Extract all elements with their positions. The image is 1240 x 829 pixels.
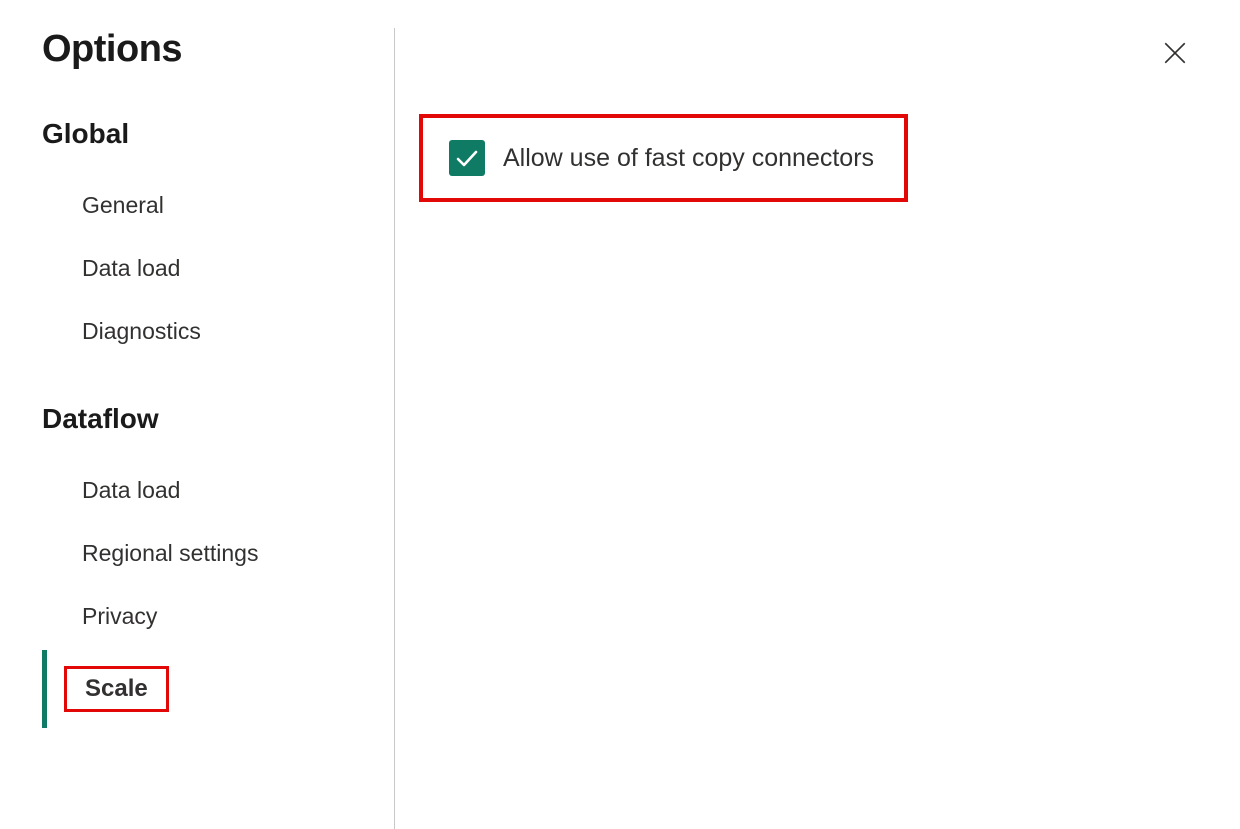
checkmark-icon [455,147,479,169]
fast-copy-option-row: Allow use of fast copy connectors [419,114,908,202]
nav-item-scale-label: Scale [64,666,169,712]
nav-item-regional-settings[interactable]: Regional settings [42,522,394,585]
nav-item-general[interactable]: General [42,174,394,237]
section-heading-global: Global [42,118,394,150]
sidebar: Global General Data load Diagnostics Dat… [0,28,395,829]
fast-copy-checkbox[interactable] [449,140,485,176]
section-heading-dataflow: Dataflow [42,403,394,435]
nav-item-privacy[interactable]: Privacy [42,585,394,648]
fast-copy-label: Allow use of fast copy connectors [503,144,874,173]
nav-item-diagnostics[interactable]: Diagnostics [42,300,394,363]
nav-item-data-load-dataflow[interactable]: Data load [42,459,394,522]
main-panel: Allow use of fast copy connectors [395,28,1240,829]
nav-item-data-load-global[interactable]: Data load [42,237,394,300]
page-title: Options [42,28,182,71]
nav-item-scale[interactable]: Scale [42,648,394,730]
